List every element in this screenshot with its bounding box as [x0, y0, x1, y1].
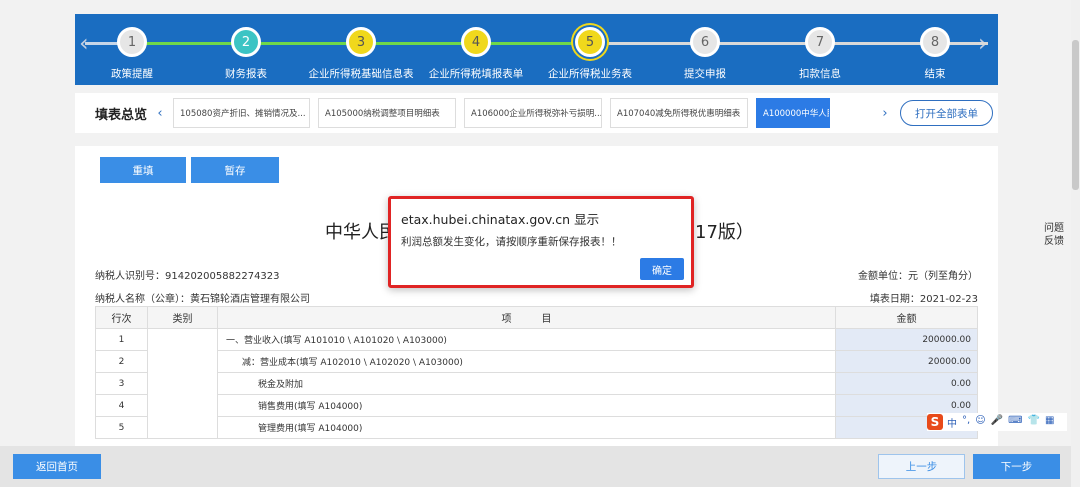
- back-home-button[interactable]: 返回首页: [13, 454, 101, 479]
- ime-button[interactable]: ☺: [975, 415, 985, 430]
- row-number: 3: [95, 372, 148, 395]
- step-5-circle[interactable]: 5: [575, 27, 605, 57]
- step-1-circle[interactable]: 1: [117, 27, 147, 57]
- form-tab[interactable]: A106000企业所得税弥补亏损明...: [464, 98, 602, 128]
- ime-button[interactable]: ⌨: [1008, 415, 1022, 430]
- feedback-link[interactable]: 问题反馈: [1040, 222, 1068, 248]
- ime-button[interactable]: °,: [962, 415, 970, 430]
- step-1-label[interactable]: 政策提醒: [72, 66, 192, 81]
- amount-input[interactable]: 200000.00: [835, 328, 978, 351]
- item-cell: 税金及附加: [217, 372, 836, 395]
- step-3-circle[interactable]: 3: [346, 27, 376, 57]
- chevron-left-icon[interactable]: ‹: [153, 106, 167, 121]
- income-statement-table: 行次 类别 项 目 金额 1 一、营业收入(填写 A101010 \ A10102…: [95, 306, 978, 439]
- table-row: 1 一、营业收入(填写 A101010 \ A101020 \ A103000) 2…: [95, 328, 978, 439]
- form-tab[interactable]: A107040减免所得税优惠明细表: [610, 98, 748, 128]
- table-row: 4 销售费用(填写 A104000) 0.00: [95, 394, 978, 417]
- row-number: 4: [95, 394, 148, 417]
- step-4-circle[interactable]: 4: [461, 27, 491, 57]
- step-7-label[interactable]: 扣款信息: [760, 66, 880, 81]
- ime-button[interactable]: 中: [947, 415, 957, 430]
- row-number: 2: [95, 350, 148, 373]
- ime-button[interactable]: 👕: [1028, 415, 1040, 430]
- step-progress-bar: ‹ › 1政策提醒2财务报表3企业所得税基础信息表4企业所得税填报表单5企业所得…: [75, 14, 998, 85]
- scrollbar-thumb[interactable]: [1072, 40, 1079, 190]
- form-tab-list: 105080资产折旧、摊销情况及... A105000纳税调整项目明细表 A1060…: [173, 98, 838, 128]
- step-3-label[interactable]: 企业所得税基础信息表: [301, 66, 421, 81]
- table-row: 2 减：营业成本(填写 A102010 \ A102020 \ A103000) 2…: [95, 350, 978, 373]
- save-draft-button[interactable]: 暂存: [191, 157, 279, 183]
- open-all-forms-button[interactable]: 打开全部表单: [900, 100, 993, 126]
- item-cell: 销售费用(填写 A104000): [217, 394, 836, 417]
- form-tab[interactable]: A105000纳税调整项目明细表: [318, 98, 456, 128]
- form-tab[interactable]: A100000中华人民...: [756, 98, 830, 128]
- ime-toolbar[interactable]: S 中 °, ☺ 🎤 ⌨ 👕 ▦: [927, 413, 1067, 431]
- header-row-number: 行次: [95, 306, 148, 329]
- step-8-circle[interactable]: 8: [920, 27, 950, 57]
- step-2-label[interactable]: 财务报表: [186, 66, 306, 81]
- document-title-right: 17版）: [695, 222, 754, 243]
- ime-button[interactable]: 🎤: [991, 415, 1003, 430]
- chevron-right-icon[interactable]: ›: [878, 106, 892, 121]
- fill-date: 填表日期：2021-02-23: [869, 294, 978, 305]
- step-5-label[interactable]: 企业所得税业务表: [530, 66, 650, 81]
- step-7-circle[interactable]: 7: [805, 27, 835, 57]
- ime-buttons: 中 °, ☺ 🎤 ⌨ 👕 ▦: [947, 415, 1059, 430]
- amount-input[interactable]: 20000.00: [835, 350, 978, 373]
- taxpayer-id: 纳税人识别号：914202005882274323: [95, 271, 280, 282]
- scrollbar[interactable]: [1071, 0, 1080, 487]
- row-number: 1: [95, 328, 148, 351]
- refill-button[interactable]: 重填: [100, 157, 186, 183]
- dialog-ok-button[interactable]: 确定: [640, 258, 684, 280]
- row-number: 5: [95, 416, 148, 439]
- table-row: 5管理费用(填写 A104000)0.00: [95, 416, 978, 439]
- item-cell: 减：营业成本(填写 A102010 \ A102020 \ A103000): [217, 350, 836, 373]
- tabs-title: 填表总览: [95, 107, 148, 123]
- step-6-label[interactable]: 提交申报: [645, 66, 765, 81]
- step-8-label[interactable]: 结束: [875, 66, 995, 81]
- category-cell: [147, 328, 218, 439]
- header-category: 类别: [147, 306, 218, 329]
- form-tab[interactable]: 105080资产折旧、摊销情况及...: [173, 98, 310, 128]
- form-tabs-row: 填表总览 ‹ 105080资产折旧、摊销情况及... A105000纳税调整项目明…: [75, 93, 998, 133]
- amount-unit: 金额单位：元（列至角分）: [858, 271, 978, 282]
- document-title-left: 中华人民: [325, 222, 397, 243]
- step-6-circle[interactable]: 6: [690, 27, 720, 57]
- item-cell: 一、营业收入(填写 A101010 \ A101020 \ A103000): [217, 328, 836, 351]
- ime-button[interactable]: ▦: [1045, 415, 1054, 430]
- table-row: 3 税金及附加 0.00: [95, 372, 978, 395]
- item-cell: 管理费用(填写 A104000): [217, 416, 836, 439]
- step-4-label[interactable]: 企业所得税填报表单: [416, 66, 536, 81]
- footer-bar: 返回首页 上一步 下一步: [0, 446, 1071, 487]
- form-panel: 重填 暂存 中华人民 17版） 纳税人识别号：91420200588227432…: [75, 146, 998, 446]
- taxpayer-name: 纳税人名称（公章）：黄石锦轮酒店管理有限公司: [95, 294, 310, 305]
- dialog-message: 利润总额发生变化，请按顺序重新保存报表！！: [401, 236, 622, 248]
- sogou-logo-icon: S: [927, 414, 943, 430]
- amount-input[interactable]: 0.00: [835, 372, 978, 395]
- previous-step-button[interactable]: 上一步: [878, 454, 965, 479]
- header-item: 项 目: [217, 306, 836, 329]
- header-amount: 金额: [835, 306, 978, 329]
- alert-dialog: etax.hubei.chinatax.gov.cn 显示 利润总额发生变化，请…: [388, 196, 694, 288]
- dialog-title: etax.hubei.chinatax.gov.cn 显示: [401, 212, 600, 227]
- next-step-button[interactable]: 下一步: [973, 454, 1060, 479]
- step-2-circle[interactable]: 2: [231, 27, 261, 57]
